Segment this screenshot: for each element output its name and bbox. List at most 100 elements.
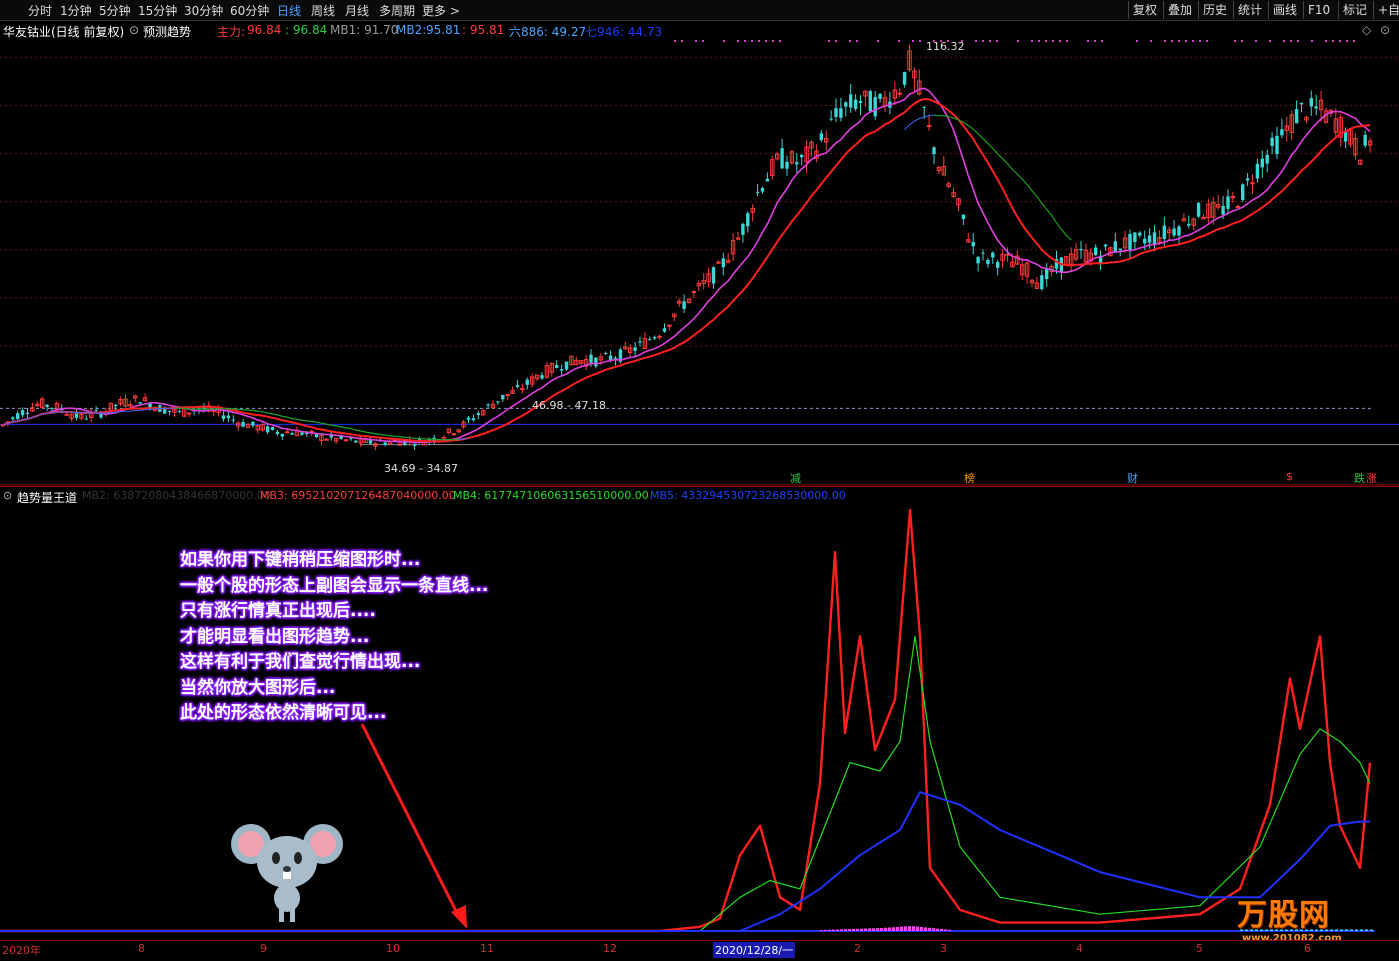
volume-bar bbox=[824, 929, 827, 931]
diamond-icon[interactable]: ◇ bbox=[1362, 23, 1371, 37]
stats-button[interactable]: 统计 bbox=[1233, 1, 1266, 19]
volume-bar bbox=[852, 928, 855, 931]
date-label: 8 bbox=[138, 942, 145, 955]
volume-bar bbox=[1355, 929, 1358, 931]
candle-body bbox=[275, 431, 280, 434]
candle-body bbox=[64, 413, 69, 416]
timeframe-daily[interactable]: 日线 bbox=[277, 2, 301, 19]
volume-bar bbox=[1370, 929, 1373, 931]
timeframe-multi[interactable]: 多周期 bbox=[379, 2, 415, 19]
mb2-label: MB2: bbox=[396, 23, 427, 37]
signal-dot bbox=[1332, 40, 1334, 42]
event-marker-bang[interactable]: 榜 bbox=[964, 470, 975, 486]
signal-dot bbox=[1269, 40, 1271, 42]
volume-bar bbox=[1365, 929, 1368, 931]
candle-body bbox=[839, 108, 843, 118]
event-marker-dollar[interactable]: $ bbox=[1286, 470, 1293, 483]
candle-body bbox=[1094, 247, 1098, 256]
mark-button[interactable]: 标记 bbox=[1338, 1, 1371, 19]
mb5-sub-value: MB5: 433294530723268530000.00 bbox=[650, 489, 846, 502]
signal-dot bbox=[1087, 40, 1089, 42]
signal-dot bbox=[744, 40, 746, 42]
mb1-value: MB1: 91.70 bbox=[330, 23, 399, 37]
event-marker-cai[interactable]: 财 bbox=[1127, 470, 1138, 486]
candle-body bbox=[1143, 238, 1147, 244]
candle-body bbox=[1005, 253, 1010, 256]
mb2-sub-value: MB2: 63872080438466870000.00 bbox=[82, 489, 271, 502]
candle-body bbox=[251, 421, 255, 426]
timeframe-fenshi[interactable]: 分时 bbox=[28, 2, 52, 19]
timeframe-monthly[interactable]: 月线 bbox=[345, 2, 369, 19]
sub-toggle-icon[interactable]: ⊙ bbox=[3, 489, 12, 502]
candle-body bbox=[691, 291, 697, 294]
signal-dot bbox=[912, 40, 914, 42]
candle-body bbox=[471, 418, 476, 421]
candle-body bbox=[383, 442, 387, 445]
volume-bar bbox=[820, 930, 823, 931]
indicator-toggle-icon[interactable]: ⊙ bbox=[129, 23, 139, 37]
annotation-line: 此处的形态依然清晰可见... bbox=[180, 703, 387, 723]
date-label: 4 bbox=[1076, 942, 1083, 955]
draw-button[interactable]: 画线 bbox=[1268, 1, 1301, 19]
volume-bar bbox=[1330, 929, 1333, 931]
overlay-button[interactable]: 叠加 bbox=[1163, 1, 1196, 19]
fuquan-button[interactable]: 复权 bbox=[1128, 1, 1161, 19]
mb2-value: 95.81 bbox=[426, 23, 461, 37]
signal-dot bbox=[1150, 40, 1152, 42]
candle-body bbox=[961, 214, 966, 220]
settings-icon[interactable]: ⊙ bbox=[1380, 23, 1390, 37]
candle-body bbox=[858, 101, 863, 104]
candle-body bbox=[1241, 184, 1245, 201]
candle-body bbox=[1221, 205, 1225, 215]
annotation-line: 如果你用下键稍稍压缩图形时... bbox=[180, 550, 421, 570]
timeframe-weekly[interactable]: 周线 bbox=[311, 2, 335, 19]
timeframe-60min[interactable]: 60分钟 bbox=[230, 2, 269, 19]
candle-body bbox=[1314, 106, 1318, 109]
candle-body bbox=[648, 339, 652, 341]
signal-dot bbox=[695, 40, 697, 42]
signal-dot bbox=[751, 40, 753, 42]
signal-dot bbox=[765, 40, 767, 42]
sub-chart-header: ⊙ 趋势量王道 MB2: 63872080438466870000.00 MB3… bbox=[0, 486, 1399, 505]
event-marker-jian[interactable]: 减 bbox=[790, 470, 801, 486]
add-watchlist-button[interactable]: +自选 bbox=[1373, 1, 1399, 19]
candle-body bbox=[873, 96, 877, 117]
signal-dot bbox=[758, 40, 760, 42]
signal-dot bbox=[1297, 40, 1299, 42]
volume-bar bbox=[832, 929, 835, 931]
candle-body bbox=[844, 102, 848, 107]
price-chart[interactable]: 116.32 46.98 - 47.18 34.69 - 34.87 bbox=[0, 38, 1399, 486]
f10-button[interactable]: F10 bbox=[1303, 1, 1334, 19]
candle-body bbox=[604, 352, 608, 354]
timeframe-5min[interactable]: 5分钟 bbox=[99, 2, 131, 19]
signal-dot bbox=[1206, 40, 1208, 42]
candle-body bbox=[829, 118, 833, 120]
signal-dot bbox=[1059, 40, 1061, 42]
date-axis: 2020年 8 9 10 11 12 2020/12/28/一 2 3 4 5 … bbox=[0, 940, 1399, 961]
candle-body bbox=[496, 401, 500, 403]
candle-body bbox=[976, 256, 980, 264]
annotation-line: 当然你放大图形后... bbox=[180, 677, 336, 698]
candle-body bbox=[1128, 233, 1132, 250]
event-marker-die[interactable]: 跌 bbox=[1354, 470, 1365, 486]
candle-body bbox=[653, 337, 657, 339]
timeframe-more[interactable]: 更多 > bbox=[422, 2, 460, 19]
event-marker-zhang[interactable]: 涨 bbox=[1366, 470, 1377, 486]
candle-body bbox=[1177, 226, 1181, 236]
signal-dot bbox=[1241, 40, 1243, 42]
volume-bar bbox=[936, 928, 939, 931]
candle-body bbox=[94, 409, 98, 411]
date-label: 5 bbox=[1196, 942, 1203, 955]
history-button[interactable]: 历史 bbox=[1198, 1, 1231, 19]
mb3-sub-value: MB3: 695210207126487040000.00 bbox=[260, 489, 456, 502]
candle-body bbox=[932, 147, 936, 155]
signal-dot bbox=[989, 40, 991, 42]
candle-body bbox=[902, 72, 907, 85]
date-label: 11 bbox=[480, 942, 494, 955]
signal-dot bbox=[1038, 40, 1040, 42]
signal-dot bbox=[1136, 40, 1138, 42]
timeframe-15min[interactable]: 15分钟 bbox=[138, 2, 177, 19]
candle-body bbox=[16, 413, 20, 419]
timeframe-1min[interactable]: 1分钟 bbox=[60, 2, 92, 19]
timeframe-30min[interactable]: 30分钟 bbox=[184, 2, 223, 19]
